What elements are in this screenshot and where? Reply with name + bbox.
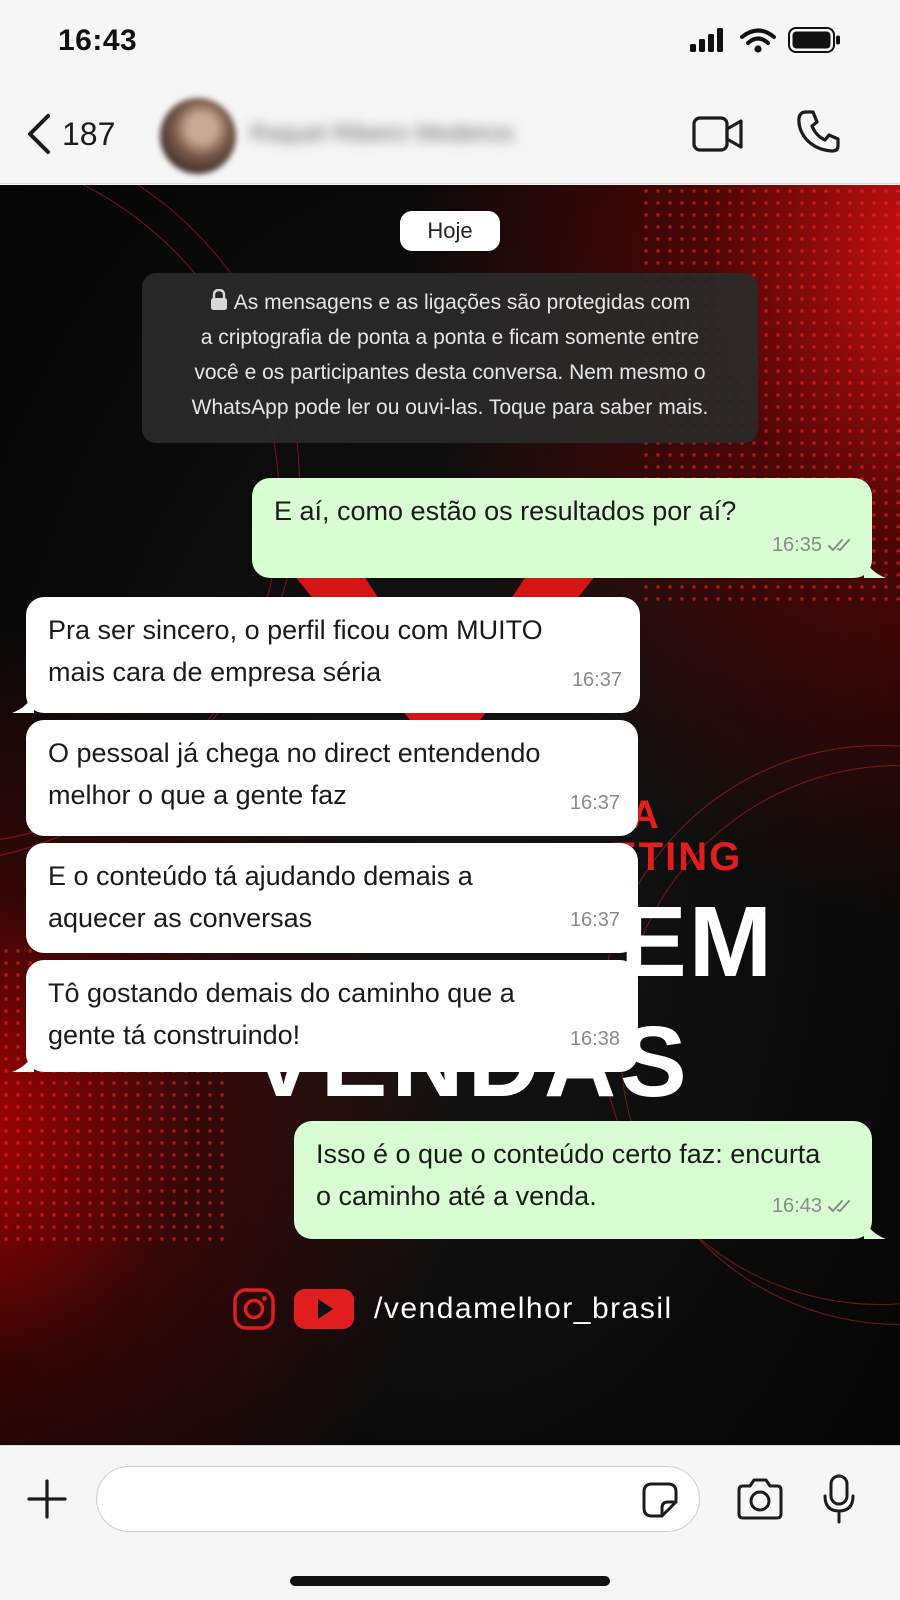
incoming-message[interactable]: O pessoal já chega no direct entendendo … [26,720,638,836]
lock-icon [210,289,227,310]
status-bar: 16:43 [0,0,900,88]
message-meta: 16:35 [772,524,854,566]
microphone-icon[interactable] [822,1474,856,1524]
contact-avatar[interactable] [160,98,236,174]
incoming-message[interactable]: E o conteúdo tá ajudando demais a aquece… [26,843,638,953]
message-time: 16:38 [569,1028,620,1050]
message-text: Tô gostando demais do caminho que a [48,978,515,1008]
youtube-icon [294,1289,354,1329]
message-text: melhor o que a gente faz [48,780,347,810]
contact-name[interactable]: Raquel Ribeiro Medeiros [250,120,514,148]
message-time: 16:43 [771,1195,822,1217]
message-time: 16:37 [569,792,620,814]
message-time: 16:37 [571,669,622,691]
chevron-left-icon [28,114,50,154]
date-chip: Hoje [400,211,500,251]
signal-icon [690,28,723,52]
double-check-icon [828,1200,850,1212]
message-text: aquecer as conversas [48,903,313,933]
wifi-icon [740,28,776,53]
message-meta: 16:37 [570,899,620,941]
message-time: 16:37 [569,909,620,931]
camera-icon[interactable] [736,1478,784,1520]
message-meta: 16:43 [772,1185,854,1227]
incoming-message[interactable]: Tô gostando demais do caminho que a gent… [12,960,638,1072]
back-button[interactable]: 187 [26,106,115,162]
phone-icon[interactable] [796,108,840,154]
chat-area[interactable]: A ETING EM VENDAS Hoje As mensagens e as… [0,185,900,1445]
bubble-tail [864,558,886,578]
outgoing-message[interactable]: E aí, como estão os resultados por aí? 1… [252,478,886,578]
message-meta: 16:37 [570,782,620,824]
notice-line: você e os participantes desta conversa. … [194,361,706,384]
message-input[interactable] [96,1466,700,1532]
message-meta: 16:37 [572,659,622,701]
video-call-icon[interactable] [692,114,744,154]
plus-icon[interactable] [26,1478,68,1520]
bubble-tail [12,1052,34,1072]
bubble-tail [12,693,34,713]
outgoing-message[interactable]: Isso é o que o conteúdo certo faz: encur… [294,1121,886,1239]
notice-line: WhatsApp pode ler ou ouvi-las. Toque par… [191,396,709,419]
notice-line: As mensagens e as ligações são protegida… [233,291,691,314]
home-indicator[interactable] [290,1576,610,1586]
bubble-tail [864,1219,886,1239]
message-text: Isso é o que o conteúdo certo faz: encur… [316,1139,821,1169]
instagram-icon [233,1288,275,1330]
social-handle: /vendamelhor_brasil [374,1292,673,1325]
message-time: 16:35 [771,534,822,556]
sticker-icon[interactable] [640,1480,680,1520]
message-text: Pra ser sincero, o perfil ficou com MUIT… [48,615,543,645]
unread-count: 187 [62,115,116,152]
message-meta: 16:38 [570,1018,620,1060]
incoming-message[interactable]: Pra ser sincero, o perfil ficou com MUIT… [12,597,640,713]
notice-line: a criptografia de ponta a ponta e ficam … [200,326,700,349]
encryption-notice[interactable]: As mensagens e as ligações são protegida… [142,273,758,443]
wallpaper-text: EM [620,886,774,998]
message-text: E o conteúdo tá ajudando demais a [48,861,473,891]
message-composer [0,1445,900,1600]
battery-icon [788,27,840,53]
wallpaper-social-row: /vendamelhor_brasil [232,1285,673,1333]
double-check-icon [828,539,850,551]
message-text: E aí, como estão os resultados por aí? [274,496,737,526]
message-text: o caminho até a venda. [316,1181,597,1211]
message-text: mais cara de empresa séria [48,657,382,687]
message-text: gente tá construindo! [48,1020,301,1050]
message-text: O pessoal já chega no direct entendendo [48,738,541,768]
chat-header: 187 Raquel Ribeiro Medeiros [0,88,900,184]
status-time: 16:43 [58,24,138,57]
